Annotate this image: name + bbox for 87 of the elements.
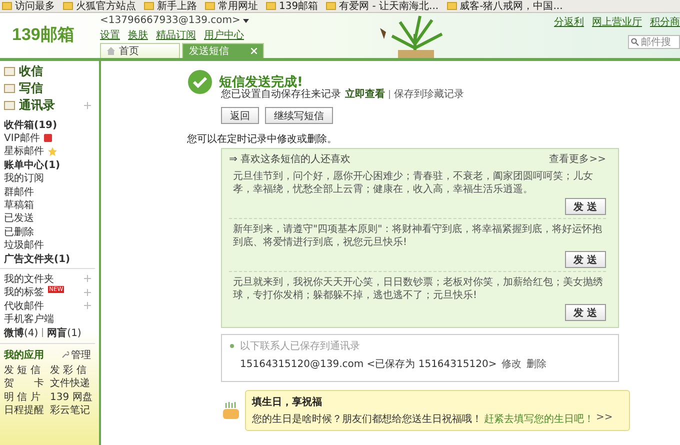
action-button[interactable]: 返回 xyxy=(221,107,259,124)
social-link[interactable]: 微博(4) xyxy=(4,326,38,340)
view-link[interactable]: 立即查看 xyxy=(345,87,385,101)
header-link[interactable]: 用户中心 xyxy=(204,28,244,42)
folder-item[interactable]: 已发送 xyxy=(4,211,34,226)
send-button[interactable]: 发 送 xyxy=(564,251,606,268)
header-link[interactable]: 设置 xyxy=(100,28,120,42)
message-text: 元旦就来到，我祝你天天开心笑，日日数钞票；老板对你笑，加薪给红包；美女抛绣球，专打你发梢；躲都躲不掉，逃也逃不了；元旦快乐! xyxy=(233,276,604,302)
folder-item[interactable]: 垃圾邮件 xyxy=(4,238,44,252)
send-button[interactable]: 发 送 xyxy=(564,304,606,321)
message-text: 新年到来，请遵守"四项基本原则"：将财神看守到底，将幸福紧握到底，将好运怀抱到底、将爱情进行到底，祝您元旦快乐! xyxy=(233,223,604,249)
folder-item[interactable]: 广告文件夹(1) xyxy=(4,252,70,266)
birthday-text: 您的生日是啥时候？朋友们都想给您送生日祝福哦！ xyxy=(252,412,482,426)
social-link[interactable]: 网盲(1) xyxy=(47,326,82,340)
send-button[interactable]: 发 送 xyxy=(564,198,606,215)
contact-entry: 15164315120@139.com <已保存为 15164315120> xyxy=(240,358,497,371)
panel-title: 以下联系人已保存到通讯录 xyxy=(240,340,360,353)
dropdown-caret-icon[interactable] xyxy=(243,18,250,22)
folder-item[interactable]: 我的文件夹 xyxy=(4,272,54,286)
birthday-link[interactable]: 赶紧去填写您的生日吧！ xyxy=(484,412,594,426)
manage-link[interactable]: 管理 xyxy=(71,348,91,362)
cake-icon xyxy=(221,400,241,420)
nav-item[interactable]: 通讯录 xyxy=(19,97,55,114)
bookmark-link[interactable]: 威客-猪八戒网，中国... xyxy=(446,0,563,12)
tab[interactable]: 首页 xyxy=(100,43,180,58)
close-icon[interactable] xyxy=(251,48,257,54)
top-link[interactable]: 积分商 xyxy=(650,15,680,29)
add-icon[interactable] xyxy=(84,288,91,296)
nav-item[interactable]: 收信 xyxy=(19,63,43,80)
autosave-note: 您已设置自动保存往来记录 xyxy=(221,88,341,101)
envelope-icon xyxy=(4,66,15,77)
vip-icon xyxy=(44,134,52,142)
folder-item[interactable]: 账单中心(1) xyxy=(4,158,60,172)
delete-link[interactable]: 删除 xyxy=(526,357,547,371)
bookmark-link[interactable]: 火狐官方站点 xyxy=(63,0,136,12)
message-text: 元旦佳节到，问个好，愿你开心困难少；青春驻，不衰老，阖家团圆呵呵笑；儿女孝，幸福绕，忧愁全部上云霄；健康在，收入高，幸福生活乐逍遥。 xyxy=(233,170,594,196)
wrench-icon xyxy=(62,351,69,358)
folder-item[interactable]: 手机客户端 xyxy=(4,312,54,326)
bookmark-link[interactable]: 新手上路 xyxy=(144,0,197,12)
app-link[interactable]: 日程提醒 xyxy=(4,403,50,418)
folder-item[interactable]: 我的订阅 xyxy=(4,171,44,186)
more-link[interactable]: 查看更多>> xyxy=(549,152,606,166)
app-link[interactable]: 发 短 信 xyxy=(4,362,50,377)
add-icon[interactable] xyxy=(84,102,91,109)
logo-text: 139邮箱 xyxy=(11,24,76,46)
header-link[interactable]: 换肤 xyxy=(128,28,148,42)
bookmark-link[interactable]: 有爱网 - 让天南海北... xyxy=(326,0,439,12)
account-address[interactable]: <13796667933@139.com> xyxy=(100,15,240,26)
app-link[interactable]: 发 彩 信 xyxy=(50,362,100,377)
bookmark-link[interactable]: 139邮箱 xyxy=(266,0,318,12)
folder-item[interactable]: 收件箱(19) xyxy=(4,118,58,132)
app-link[interactable]: 139 网盘 xyxy=(50,390,100,404)
search-field[interactable]: 邮件搜 xyxy=(628,35,680,49)
app-link[interactable]: 文件快递 xyxy=(50,376,100,390)
add-icon[interactable] xyxy=(84,275,91,282)
top-link[interactable]: 分返利 xyxy=(554,15,584,29)
folder-item[interactable]: 群邮件 xyxy=(4,184,34,199)
header-link[interactable]: 精品订阅 xyxy=(156,28,196,42)
app-link[interactable]: 明 信 片 xyxy=(4,390,50,404)
action-button[interactable]: 继续写短信 xyxy=(265,107,333,124)
panel-title: ⇒ 喜欢这条短信的人还喜欢 xyxy=(229,152,351,166)
app-link[interactable]: 贺 卡 xyxy=(4,376,50,390)
more-link[interactable]: >> xyxy=(596,412,613,426)
nav-item[interactable]: 写信 xyxy=(19,80,43,97)
envelope-icon xyxy=(4,83,15,94)
folder-item[interactable]: 星标邮件 xyxy=(4,144,44,158)
top-link[interactable]: 网上营业厅 xyxy=(592,15,642,29)
hint-text: 您可以在定时记录中修改或删除。 xyxy=(187,132,338,146)
section-title: 我的应用 xyxy=(4,348,44,362)
success-title: 短信发送完成! xyxy=(219,74,303,90)
add-icon[interactable] xyxy=(84,302,91,310)
folder-item[interactable]: 已删除 xyxy=(4,224,34,239)
home-icon xyxy=(107,47,115,55)
folder-item[interactable]: 我的标签 xyxy=(4,285,44,300)
search-icon xyxy=(631,38,639,46)
edit-link[interactable]: 修改 xyxy=(502,357,522,371)
envelope-icon xyxy=(4,100,15,111)
star-icon xyxy=(48,146,57,156)
bookmark-link[interactable]: 常用网址 xyxy=(205,0,258,12)
save-link[interactable]: 保存到珍藏记录 xyxy=(394,87,464,101)
folder-item[interactable]: 代收邮件 xyxy=(4,298,44,313)
app-link[interactable]: 彩云笔记 xyxy=(50,403,100,418)
check-icon xyxy=(187,69,213,95)
birthday-title: 填生日，享祝福 xyxy=(252,395,323,409)
folder-item[interactable]: 草稿箱 xyxy=(4,198,34,212)
folder-item[interactable]: VIP邮件 xyxy=(4,131,40,146)
bookmark-link[interactable]: 访问最多 xyxy=(2,0,55,12)
